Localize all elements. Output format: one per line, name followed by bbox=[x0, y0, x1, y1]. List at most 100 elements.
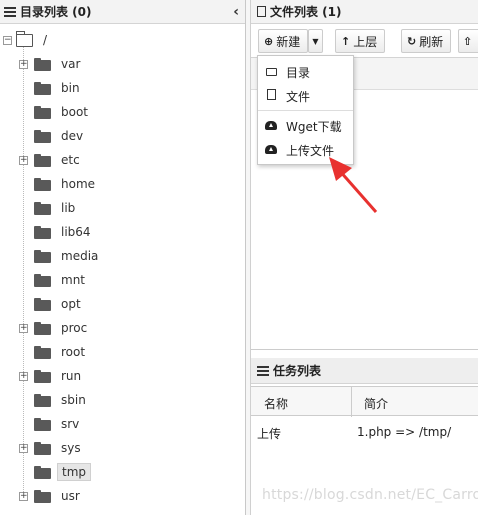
expand-toggle-icon[interactable]: + bbox=[19, 324, 28, 333]
directory-panel: 目录列表 (0) ‹ − / + var bin boot dev + etc home lib li… bbox=[0, 0, 246, 515]
tree-item-label: bin bbox=[61, 81, 80, 95]
folder-icon bbox=[34, 129, 51, 143]
cloud-upload-icon bbox=[265, 144, 277, 154]
tree-item-label: etc bbox=[61, 153, 80, 167]
folder-icon bbox=[34, 441, 51, 455]
watermark: https://blog.csdn.net/EC_Carrot bbox=[262, 487, 478, 503]
menu-item-directory[interactable]: 目录 bbox=[258, 61, 353, 83]
caret-down-icon: ▼ bbox=[312, 36, 319, 46]
tree-item-label: usr bbox=[61, 489, 80, 503]
tree-item-var[interactable]: + var bbox=[0, 54, 84, 74]
tree-item-label: root bbox=[61, 345, 86, 359]
column-desc-header[interactable]: 简介 bbox=[364, 395, 388, 412]
arrow-up-icon: ↑ bbox=[341, 34, 351, 48]
folder-icon bbox=[34, 201, 51, 215]
more-toolbar-button[interactable]: ⇧ bbox=[458, 29, 478, 53]
expand-toggle-icon[interactable]: + bbox=[19, 372, 28, 381]
tree-item-label: tmp bbox=[57, 463, 92, 481]
folder-icon bbox=[34, 393, 51, 407]
tree-item-label: sys bbox=[61, 441, 81, 455]
new-dropdown-toggle[interactable]: ▼ bbox=[308, 29, 323, 53]
expand-toggle-icon[interactable]: + bbox=[19, 156, 28, 165]
folder-icon bbox=[34, 297, 51, 311]
folder-icon bbox=[34, 369, 51, 383]
expand-toggle-icon[interactable]: + bbox=[19, 60, 28, 69]
tree-item-tmp[interactable]: tmp bbox=[0, 462, 92, 482]
menu-item-file[interactable]: 文件 bbox=[258, 85, 353, 107]
tree-root[interactable]: − / bbox=[0, 30, 51, 50]
folder-icon bbox=[34, 153, 51, 167]
directory-panel-header: 目录列表 (0) ‹ bbox=[0, 0, 245, 24]
tree-item-label: proc bbox=[61, 321, 88, 335]
up-level-button[interactable]: ↑ 上层 bbox=[335, 29, 385, 53]
tree-item-home[interactable]: home bbox=[0, 174, 99, 194]
new-dropdown-menu: 目录 文件 Wget下载 上传文件 bbox=[257, 55, 354, 165]
tree-item-bin[interactable]: bin bbox=[0, 78, 84, 98]
column-divider bbox=[351, 387, 352, 417]
tree-item-mnt[interactable]: mnt bbox=[0, 270, 89, 290]
tree-item-label: media bbox=[61, 249, 99, 263]
tree-item-label: boot bbox=[61, 105, 89, 119]
task-row-desc: 1.php => /tmp/ bbox=[357, 425, 452, 439]
tree-item-media[interactable]: media bbox=[0, 246, 102, 266]
folder-icon bbox=[34, 57, 51, 71]
folder-icon bbox=[34, 105, 51, 119]
folder-icon bbox=[265, 67, 277, 76]
new-button-label: 新建 bbox=[276, 34, 301, 49]
refresh-icon: ↻ bbox=[407, 34, 417, 48]
list-icon bbox=[257, 365, 269, 376]
task-table-header: 名称 简介 bbox=[251, 386, 478, 417]
folder-icon bbox=[34, 225, 51, 239]
folder-icon bbox=[34, 273, 51, 287]
menu-item-wget-label: Wget下载 bbox=[286, 119, 342, 134]
column-name-header[interactable]: 名称 bbox=[264, 395, 288, 412]
tree-item-lib[interactable]: lib bbox=[0, 198, 79, 218]
tree-item-label: dev bbox=[61, 129, 84, 143]
collapse-panel-button[interactable]: ‹ bbox=[233, 4, 239, 20]
tree-item-opt[interactable]: opt bbox=[0, 294, 85, 314]
tree-item-sys[interactable]: + sys bbox=[0, 438, 85, 458]
plus-circle-icon: ⊕ bbox=[264, 34, 274, 48]
tree-root-label: / bbox=[43, 33, 48, 47]
menu-item-upload-label: 上传文件 bbox=[286, 143, 335, 158]
expand-toggle-icon[interactable]: + bbox=[19, 444, 28, 453]
menu-item-wget[interactable]: Wget下载 bbox=[258, 115, 353, 137]
tree-item-run[interactable]: + run bbox=[0, 366, 85, 386]
tree-item-label: var bbox=[61, 57, 81, 71]
directory-list-icon bbox=[4, 6, 16, 17]
tree-item-sbin[interactable]: sbin bbox=[0, 390, 90, 410]
folder-icon bbox=[34, 81, 51, 95]
tree-item-root[interactable]: root bbox=[0, 342, 89, 362]
tree-item-srv[interactable]: srv bbox=[0, 414, 83, 434]
upload-icon: ⇧ bbox=[463, 34, 473, 48]
tree-item-label: sbin bbox=[61, 393, 86, 407]
refresh-button[interactable]: ↻ 刷新 bbox=[401, 29, 451, 53]
collapse-toggle-icon[interactable]: − bbox=[3, 36, 12, 45]
folder-icon bbox=[34, 249, 51, 263]
expand-toggle-icon[interactable]: + bbox=[19, 492, 28, 501]
tree-item-proc[interactable]: + proc bbox=[0, 318, 91, 338]
menu-item-directory-label: 目录 bbox=[286, 65, 311, 80]
up-level-label: 上层 bbox=[353, 34, 378, 49]
menu-item-upload[interactable]: 上传文件 bbox=[258, 139, 353, 161]
tree-item-boot[interactable]: boot bbox=[0, 102, 92, 122]
tree-item-label: opt bbox=[61, 297, 81, 311]
tree-item-label: srv bbox=[61, 417, 80, 431]
folder-icon bbox=[34, 489, 51, 503]
tree-item-lib64[interactable]: lib64 bbox=[0, 222, 95, 242]
tree-item-usr[interactable]: + usr bbox=[0, 486, 84, 506]
tree-item-label: lib64 bbox=[61, 225, 91, 239]
tree-item-etc[interactable]: + etc bbox=[0, 150, 84, 170]
directory-panel-title: 目录列表 (0) bbox=[20, 5, 92, 19]
file-toolbar: ⊕ 新建 ▼ ↑ 上层 ↻ 刷新 ⇧ bbox=[251, 24, 478, 58]
tree-item-dev[interactable]: dev bbox=[0, 126, 87, 146]
folder-icon bbox=[34, 465, 51, 479]
menu-divider bbox=[258, 110, 353, 111]
file-panel-header: 文件列表 (1) bbox=[251, 0, 478, 24]
file-list-icon bbox=[257, 6, 266, 17]
task-row-name: 上传 bbox=[257, 427, 282, 441]
tree-item-label: mnt bbox=[61, 273, 85, 287]
file-panel-title: 文件列表 (1) bbox=[270, 5, 342, 19]
new-button[interactable]: ⊕ 新建 bbox=[258, 29, 308, 53]
folder-icon bbox=[34, 177, 51, 191]
